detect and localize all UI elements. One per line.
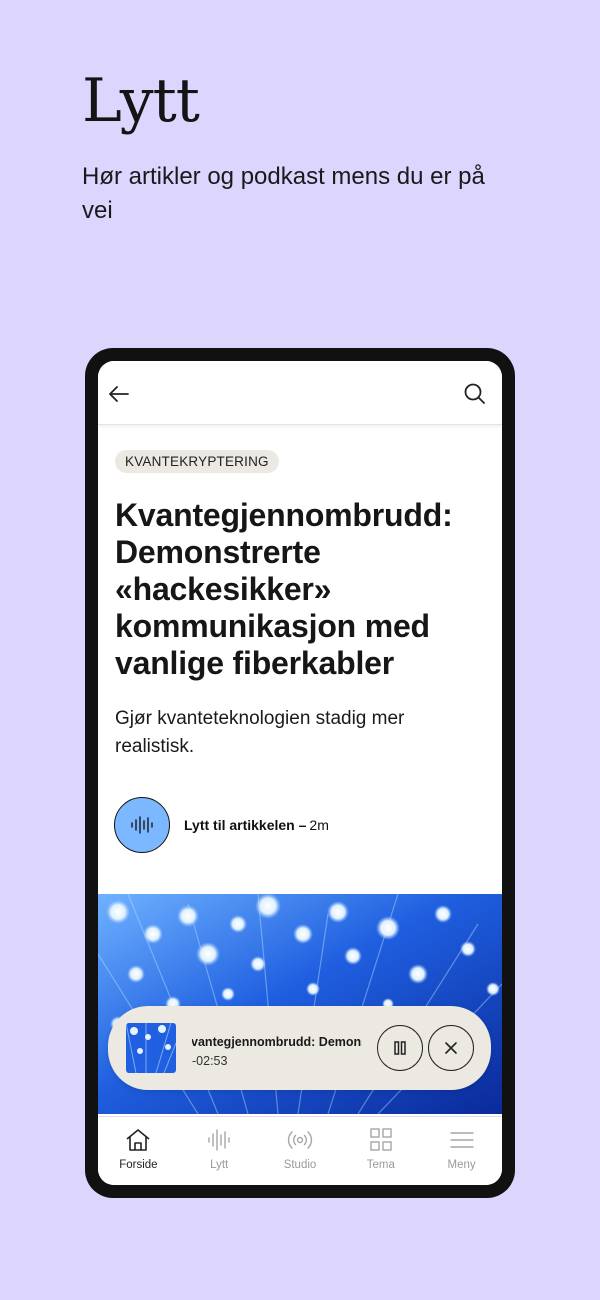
listen-circle[interactable] (114, 797, 170, 853)
pause-button[interactable] (377, 1025, 423, 1071)
back-button[interactable] (106, 381, 132, 407)
close-player-button[interactable] (428, 1025, 474, 1071)
nav-item-studio[interactable]: Studio (260, 1117, 341, 1185)
promo-title: Lytt (82, 66, 200, 136)
grid-icon (370, 1128, 392, 1151)
broadcast-icon (287, 1131, 313, 1149)
mini-player[interactable]: Kvantegjennombrudd: Demonstrerte «hackes… (108, 1006, 491, 1090)
app-screen: KVANTEKRYPTERING Kvantegjennombrudd: Dem… (98, 361, 502, 1185)
search-icon (464, 383, 485, 404)
listen-duration: 2m (309, 817, 329, 833)
phone-frame: KVANTEKRYPTERING Kvantegjennombrudd: Dem… (85, 348, 515, 1198)
mini-player-title-marquee: Kvantegjennombrudd: Demonstrerte «hackes… (192, 1033, 362, 1051)
topic-tag[interactable]: KVANTEKRYPTERING (115, 450, 279, 473)
close-icon (445, 1042, 457, 1054)
nav-item-forside[interactable]: Forside (98, 1117, 179, 1185)
pause-icon (394, 1041, 406, 1055)
menu-icon (449, 1132, 474, 1148)
top-bar (98, 361, 502, 425)
home-icon (126, 1129, 150, 1151)
nav-item-meny[interactable]: Meny (421, 1117, 502, 1185)
nav-label: Lytt (210, 1159, 229, 1171)
listen-label: Lytt til artikkelen – (184, 817, 307, 833)
article-headline: Kvantegjennombrudd: Demonstrerte «hackes… (115, 497, 453, 681)
nav-item-lytt[interactable]: Lytt (179, 1117, 260, 1185)
nav-label: Tema (366, 1159, 395, 1171)
search-button[interactable] (462, 381, 488, 407)
mini-player-time: -02:53 (192, 1054, 228, 1068)
promo-subtitle: Hør artikler og podkast mens du er på ve… (82, 163, 485, 224)
soundwave-icon (208, 1129, 230, 1151)
arrow-left-icon (109, 386, 129, 402)
nav-label: Forside (119, 1159, 158, 1171)
bottom-navigation: Forside Lytt Studio Tema Meny (98, 1116, 502, 1185)
nav-label: Meny (447, 1159, 476, 1171)
mini-player-thumbnail (126, 1023, 176, 1073)
article-lead: Gjør kvanteteknologien stadig mer realis… (115, 708, 405, 757)
mini-player-title: Kvantegjennombrudd: Demonstrerte «hackes… (192, 1035, 362, 1049)
soundwave-icon (131, 816, 153, 834)
nav-item-tema[interactable]: Tema (340, 1117, 421, 1185)
nav-label: Studio (283, 1159, 317, 1171)
listen-to-article-button[interactable]: Lytt til artikkelen – 2m (114, 796, 444, 854)
